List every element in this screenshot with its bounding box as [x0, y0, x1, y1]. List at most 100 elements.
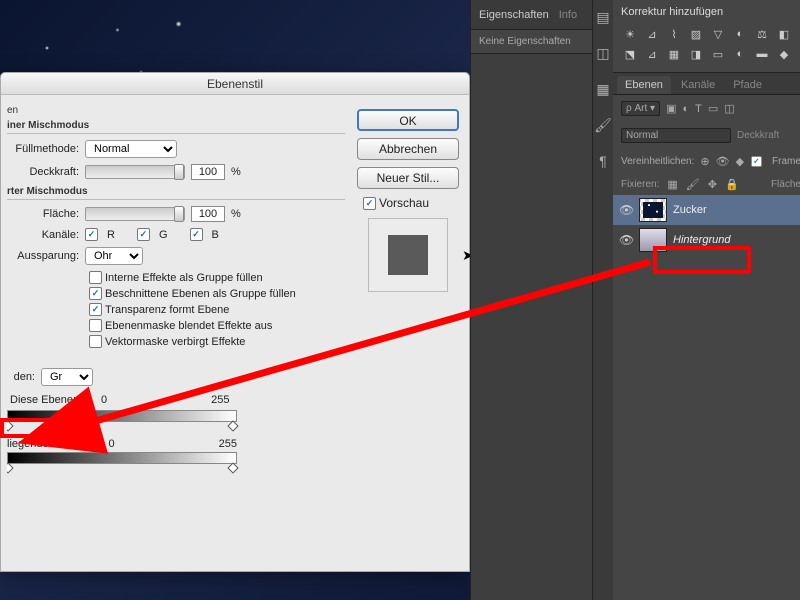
filter-adjust-icon[interactable]: ◐ [682, 103, 689, 115]
filter-type-icon[interactable]: T [695, 103, 702, 115]
navigator-icon[interactable]: ◫ [593, 44, 613, 62]
curves-icon[interactable]: ⌇ [665, 26, 683, 42]
levels-icon[interactable]: ⊿ [643, 26, 661, 42]
layers-tab[interactable]: Ebenen [617, 76, 671, 94]
this-layer-black-handle[interactable] [7, 420, 14, 431]
opt-internal-effects-checkbox[interactable] [89, 271, 102, 284]
swatches-icon[interactable]: ▦ [593, 80, 613, 98]
preview-label: Vorschau [379, 196, 429, 210]
channel-g-checkbox[interactable] [137, 228, 150, 241]
pct-label: % [231, 166, 241, 178]
hue-icon[interactable]: ◐ [731, 26, 749, 42]
filter-image-icon[interactable]: ▣ [666, 102, 676, 115]
underlying-low: 0 [109, 438, 115, 450]
lock-pixels-icon[interactable]: 🖌 [686, 178, 700, 191]
color-balance-icon[interactable]: ⚖ [753, 26, 771, 42]
underlying-black-handle[interactable] [7, 462, 14, 473]
properties-tab[interactable]: Eigenschaften [479, 9, 549, 21]
frame-checkbox[interactable] [751, 156, 762, 167]
this-layer-label: Diese Ebene: [7, 392, 79, 408]
histogram-icon[interactable]: ▤ [593, 8, 613, 26]
cancel-button[interactable]: Abbrechen [357, 138, 459, 160]
layer-row-hintergrund[interactable]: 👁 Hintergrund [613, 225, 800, 255]
no-properties-text: Keine Eigenschaften [471, 30, 592, 54]
filter-smart-icon[interactable]: ◫ [724, 102, 734, 115]
fill-opacity-input[interactable]: 100 [191, 206, 225, 222]
opt-clipped-layers-checkbox[interactable] [89, 287, 102, 300]
fill-opacity-slider[interactable] [85, 207, 185, 221]
opacity-slider[interactable] [85, 165, 185, 179]
unify-style-icon[interactable]: ◆ [736, 155, 744, 168]
photo-filter-icon[interactable]: ⬔ [621, 46, 639, 62]
channel-mixer-icon[interactable]: ⊿ [643, 46, 661, 62]
fill-method-select[interactable]: Normal [85, 140, 177, 158]
gradient-map-icon[interactable]: ▬ [753, 46, 771, 62]
style-preview-box [368, 218, 448, 292]
info-tab[interactable]: Info [559, 9, 577, 21]
exposure-icon[interactable]: ▨ [687, 26, 705, 42]
invert-icon[interactable]: ◨ [687, 46, 705, 62]
fill-label: Fläche [771, 179, 800, 190]
selective-color-icon[interactable]: ◆ [775, 46, 793, 62]
channel-b-checkbox[interactable] [190, 228, 203, 241]
layer-thumbnail[interactable] [639, 228, 667, 252]
knockout-label: Aussparung: [7, 250, 79, 262]
app-panels: Eigenschaften Info ▸▸ ≡ Keine Eigenschaf… [470, 0, 800, 600]
lock-transparency-icon[interactable]: ▦ [667, 178, 677, 191]
unify-position-icon[interactable]: ⊕ [700, 155, 709, 168]
character-icon[interactable]: ¶ [593, 152, 613, 170]
this-layer-high: 255 [211, 394, 229, 406]
channels-tab[interactable]: Kanäle [673, 76, 723, 94]
channel-r-checkbox[interactable] [85, 228, 98, 241]
filter-shape-icon[interactable]: ▭ [708, 102, 718, 115]
lock-position-icon[interactable]: ✥ [708, 178, 717, 191]
new-style-button[interactable]: Neuer Stil... [357, 167, 459, 189]
layer-thumbnail[interactable] [639, 198, 667, 222]
underlying-gradient[interactable] [7, 452, 237, 464]
opt-layer-mask-hides-checkbox[interactable] [89, 319, 102, 332]
fill-opacity-label: Fläche: [7, 208, 79, 220]
opacity-label: Deckkraft: [7, 166, 79, 178]
unify-label: Vereinheitlichen: [621, 156, 694, 167]
section-blend-basic: iner Mischmodus [7, 120, 345, 134]
knockout-select[interactable]: Ohne [85, 247, 143, 265]
layer-row-zucker[interactable]: 👁 Zucker [613, 195, 800, 225]
brightness-icon[interactable]: ☀ [621, 26, 639, 42]
lock-all-icon[interactable]: 🔒 [725, 178, 739, 191]
underlying-high: 255 [219, 438, 237, 450]
posterize-icon[interactable]: ▭ [709, 46, 727, 62]
this-layer-white-handle[interactable] [227, 420, 238, 431]
layer-style-dialog: Ebenenstil en iner Mischmodus Füllmethod… [0, 72, 470, 572]
blend-mode-select[interactable]: Normal [621, 128, 731, 143]
lock-label: Fixieren: [621, 179, 659, 190]
preview-swatch [388, 235, 428, 275]
unify-visibility-icon[interactable]: 👁 [716, 155, 730, 168]
section-blend-adv: rter Mischmodus [7, 186, 345, 200]
this-layer-low: 0 [101, 394, 107, 406]
opt-transparency-shapes-checkbox[interactable] [89, 303, 102, 316]
underlying-white-handle[interactable] [227, 462, 238, 473]
layer-name[interactable]: Hintergrund [673, 234, 730, 246]
brushes-icon[interactable]: 🖌 [593, 116, 613, 134]
vibrance-icon[interactable]: ▽ [709, 26, 727, 42]
preview-checkbox[interactable] [363, 197, 376, 210]
paths-tab[interactable]: Pfade [725, 76, 770, 94]
this-layer-gradient[interactable] [7, 410, 237, 422]
bw-icon[interactable]: ◧ [775, 26, 793, 42]
opacity-input[interactable]: 100 [191, 164, 225, 180]
fill-method-label: Füllmethode: [7, 143, 79, 155]
blend-if-select[interactable]: Grau [41, 368, 93, 386]
visibility-toggle-icon[interactable]: 👁 [619, 233, 633, 247]
threshold-icon[interactable]: ◐ [731, 46, 749, 62]
opt-vector-mask-hides-checkbox[interactable] [89, 335, 102, 348]
dialog-title: Ebenenstil [1, 73, 469, 95]
blend-if-label: den: [7, 371, 35, 383]
visibility-toggle-icon[interactable]: 👁 [619, 203, 633, 217]
lookup-icon[interactable]: ▦ [665, 46, 683, 62]
layer-filter-select[interactable]: ρ Art ▾ [621, 101, 660, 116]
opacity-label: Deckkraft [737, 130, 779, 141]
ok-button[interactable]: OK [357, 109, 459, 131]
channels-label: Kanäle: [7, 229, 79, 241]
underlying-layer-label: liegende Ebene: [7, 438, 87, 450]
layer-name[interactable]: Zucker [673, 204, 707, 216]
